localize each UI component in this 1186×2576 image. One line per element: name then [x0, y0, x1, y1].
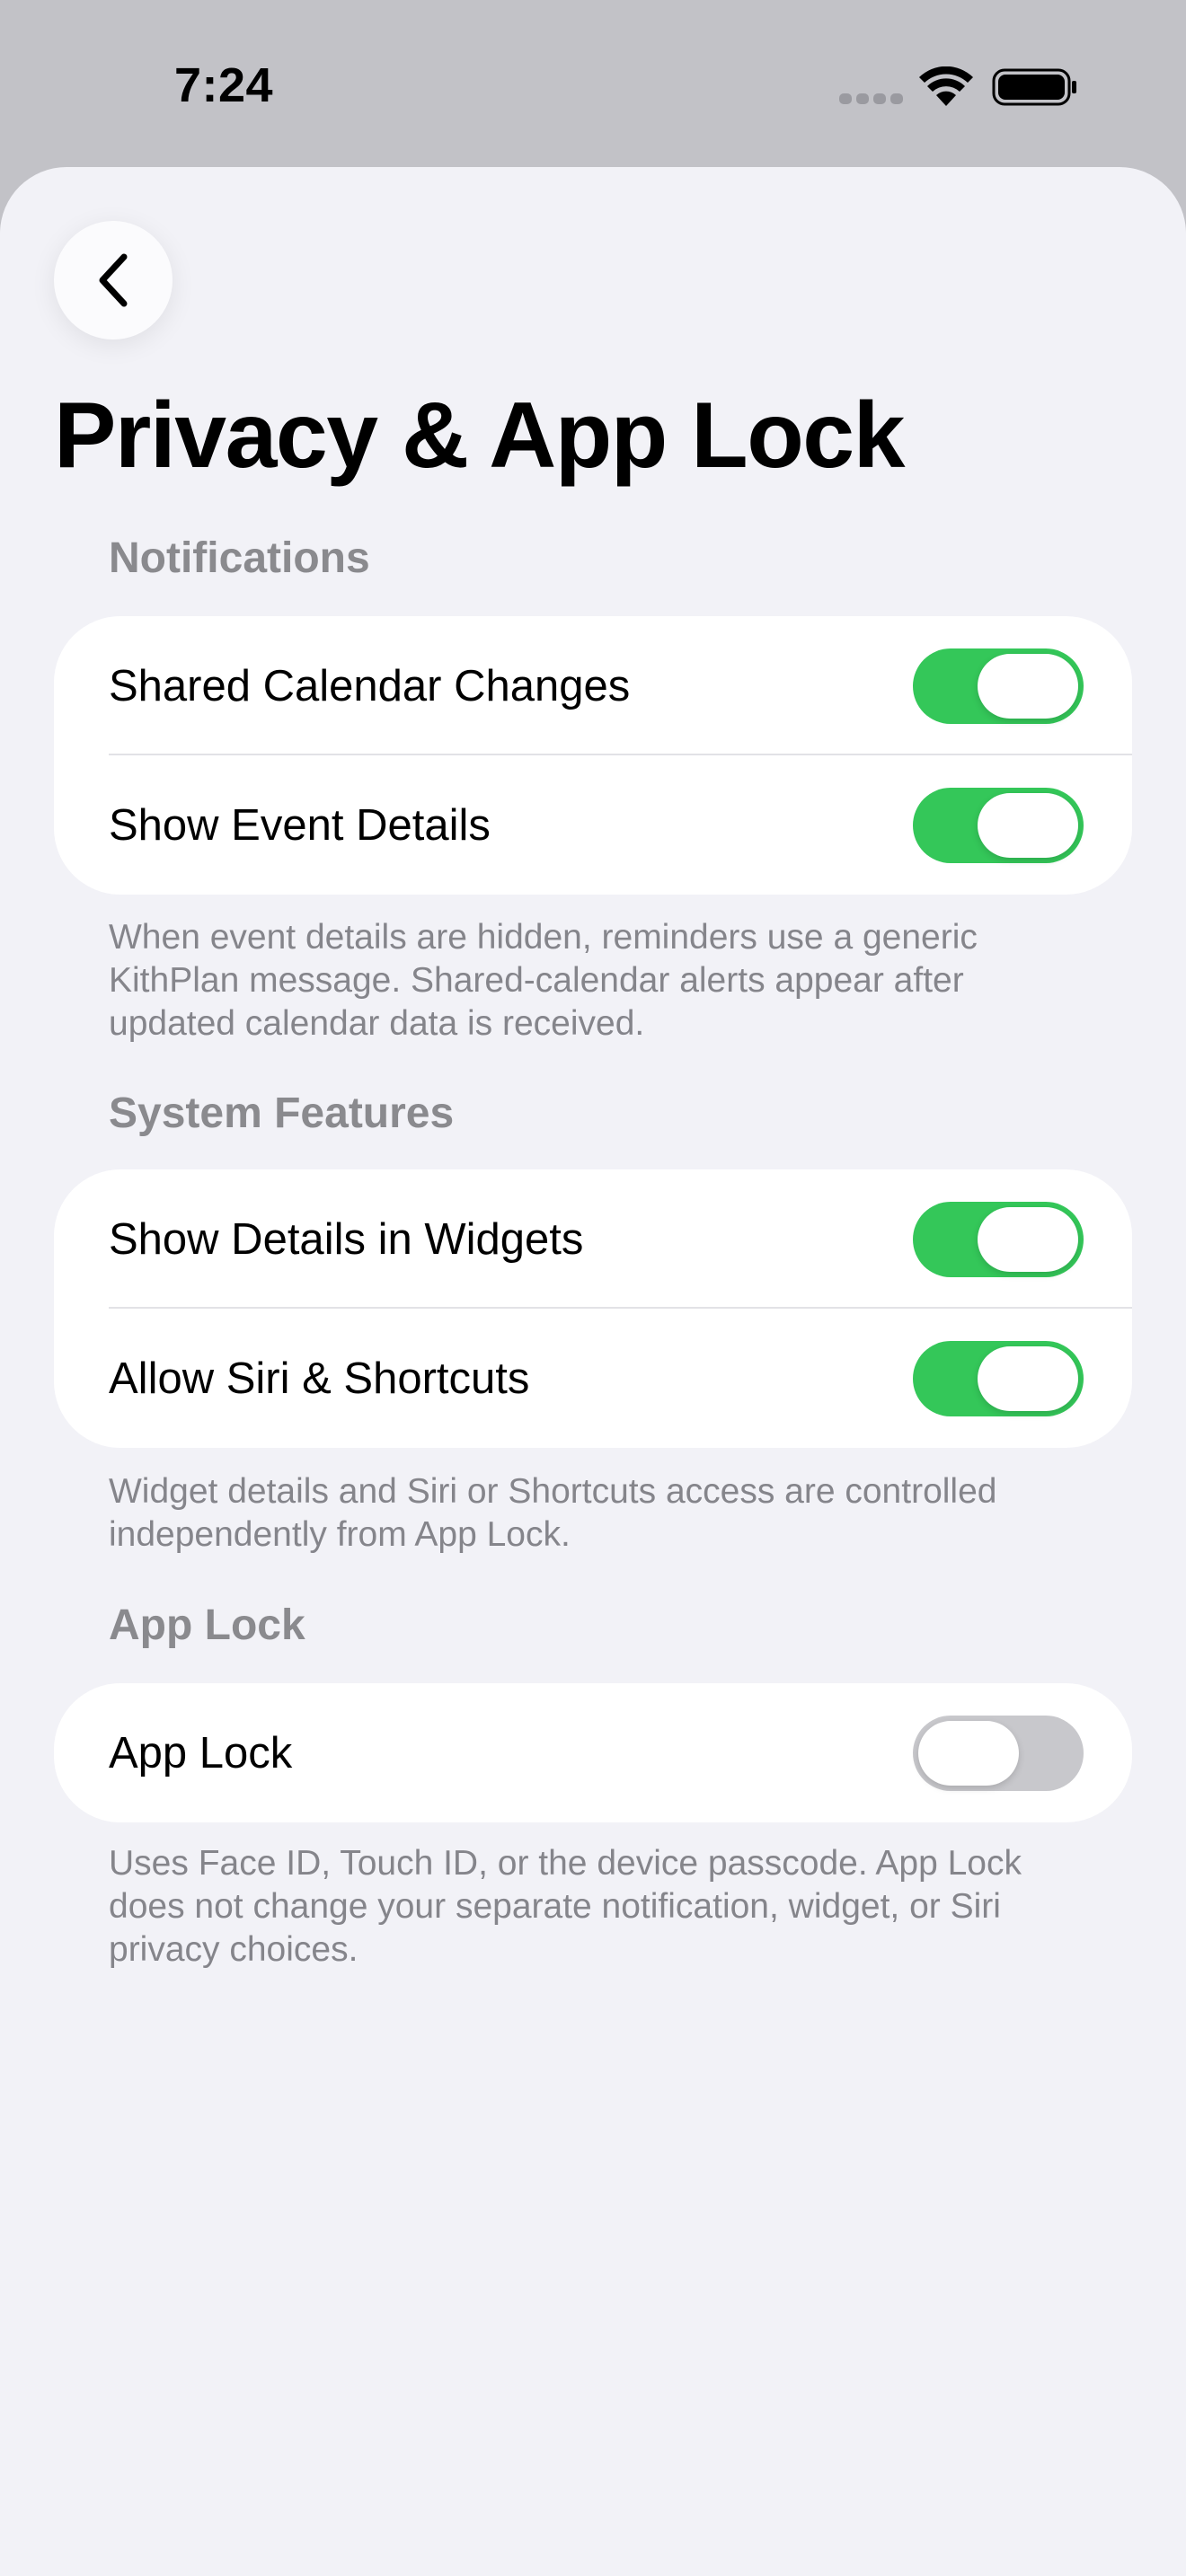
show-event-details-toggle[interactable]: [913, 787, 1084, 863]
section-header-app-lock: App Lock: [109, 1601, 305, 1649]
show-details-in-widgets-toggle[interactable]: [913, 1201, 1084, 1277]
row-label: Shared Calendar Changes: [109, 661, 631, 710]
notifications-footnote: When event details are hidden, reminders…: [109, 918, 978, 1043]
section-header-notifications: Notifications: [109, 534, 370, 582]
status-time: 7:24: [174, 58, 274, 112]
row-label: Show Event Details: [109, 800, 491, 850]
notifications-card: Shared Calendar Changes Show Event Detai…: [54, 616, 1132, 895]
system-features-card: Show Details in Widgets Allow Siri & Sho…: [54, 1169, 1132, 1448]
row-allow-siri-shortcuts: Allow Siri & Shortcuts: [54, 1309, 1132, 1448]
shared-calendar-changes-toggle[interactable]: [913, 648, 1084, 724]
row-show-details-in-widgets: Show Details in Widgets: [54, 1169, 1132, 1309]
row-app-lock: App Lock: [54, 1683, 1132, 1822]
chevron-left-icon: [99, 253, 128, 307]
row-show-event-details: Show Event Details: [54, 755, 1132, 895]
section-header-system-features: System Features: [109, 1090, 455, 1137]
app-lock-card: App Lock: [54, 1683, 1132, 1822]
row-label: Show Details in Widgets: [109, 1214, 584, 1264]
app-lock-toggle[interactable]: [913, 1715, 1084, 1791]
wifi-icon: [919, 66, 973, 106]
cellular-signal-icon: [839, 93, 903, 104]
row-label: Allow Siri & Shortcuts: [109, 1354, 530, 1403]
settings-sheet: Privacy & App Lock Notifications Shared …: [0, 167, 1186, 2576]
allow-siri-shortcuts-toggle[interactable]: [913, 1340, 1084, 1416]
app-lock-footnote: Uses Face ID, Touch ID, or the device pa…: [109, 1844, 1022, 1969]
status-bar: 7:24: [0, 0, 1186, 167]
row-shared-calendar-changes: Shared Calendar Changes: [54, 616, 1132, 755]
row-label: App Lock: [109, 1728, 293, 1778]
back-button[interactable]: [54, 221, 173, 340]
battery-icon: [992, 68, 1076, 106]
system-features-footnote: Widget details and Siri or Shortcuts acc…: [109, 1472, 997, 1554]
page-title: Privacy & App Lock: [54, 384, 905, 488]
